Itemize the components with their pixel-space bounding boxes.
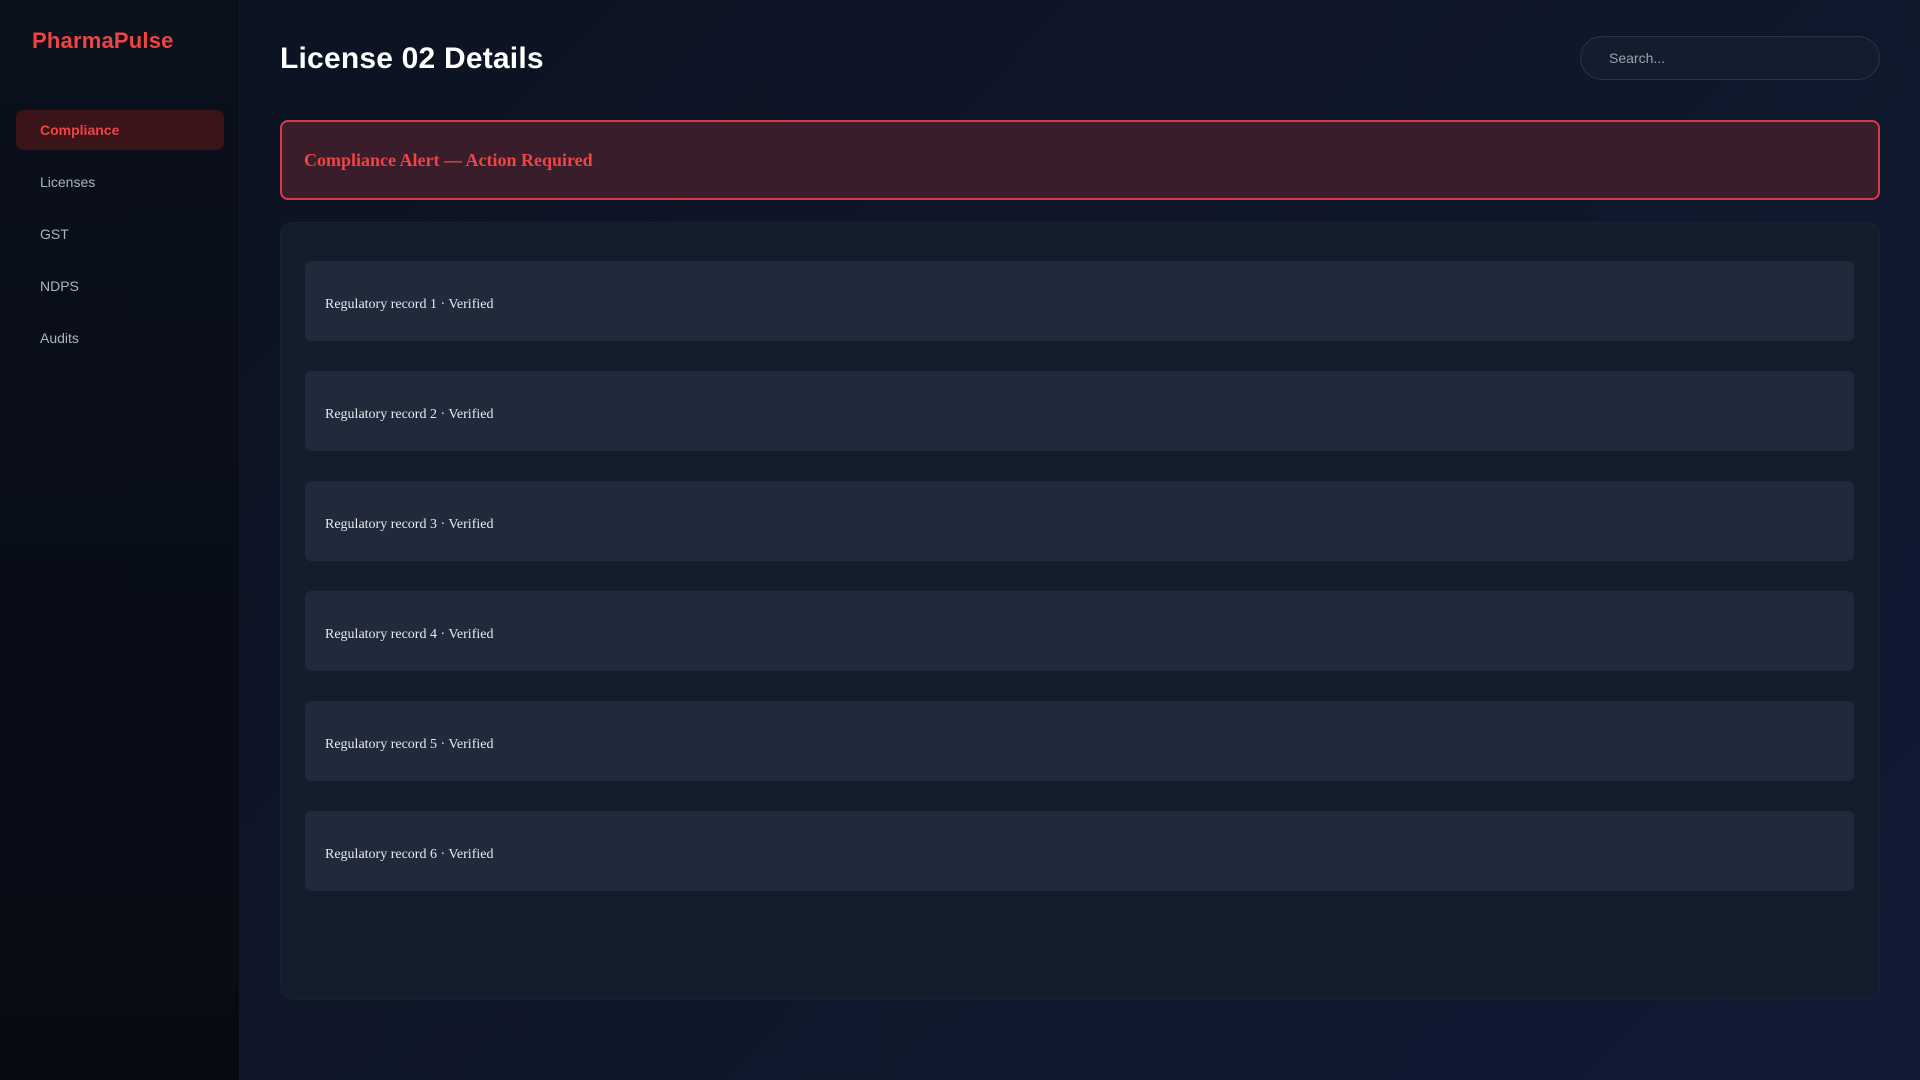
sidebar-item-ndps[interactable]: NDPS — [16, 266, 224, 306]
record-text: Regulatory record 5 · Verified — [325, 737, 494, 752]
brand-logo: PharmaPulse — [32, 28, 174, 53]
sidebar-item-licenses[interactable]: Licenses — [16, 162, 224, 202]
record-text: Regulatory record 1 · Verified — [325, 297, 494, 312]
sidebar-item-label: NDPS — [40, 278, 79, 294]
list-item: Regulatory record 5 · Verified — [305, 701, 1854, 781]
compliance-alert-banner: Compliance Alert — Action Required — [280, 120, 1880, 200]
compliance-alert-text: Compliance Alert — Action Required — [304, 149, 593, 170]
main-content: License 02 Details Compliance Alert — Ac… — [240, 0, 1920, 1080]
list-item: Regulatory record 4 · Verified — [305, 591, 1854, 671]
sidebar-navigation: Compliance Licenses GST NDPS Audits — [16, 110, 224, 370]
list-item: Regulatory record 3 · Verified — [305, 481, 1854, 561]
sidebar-item-label: Audits — [40, 330, 79, 346]
regulatory-records-panel: Regulatory record 1 · Verified Regulator… — [280, 222, 1880, 1000]
sidebar: PharmaPulse Compliance Licenses GST NDPS… — [0, 0, 240, 1080]
sidebar-item-label: Compliance — [40, 122, 120, 138]
list-item: Regulatory record 6 · Verified — [305, 811, 1854, 891]
sidebar-item-label: Licenses — [40, 174, 96, 190]
sidebar-item-compliance[interactable]: Compliance — [16, 110, 224, 150]
page-title: License 02 Details — [280, 42, 544, 75]
record-text: Regulatory record 4 · Verified — [325, 627, 494, 642]
record-text: Regulatory record 6 · Verified — [325, 847, 494, 862]
list-item: Regulatory record 2 · Verified — [305, 371, 1854, 451]
app-shell: PharmaPulse Compliance Licenses GST NDPS… — [0, 0, 1920, 1080]
sidebar-item-gst[interactable]: GST — [16, 214, 224, 254]
search-input[interactable] — [1580, 36, 1880, 80]
list-item: Regulatory record 1 · Verified — [305, 261, 1854, 341]
sidebar-item-audits[interactable]: Audits — [16, 318, 224, 358]
record-text: Regulatory record 3 · Verified — [325, 517, 494, 532]
sidebar-item-label: GST — [40, 226, 69, 242]
record-text: Regulatory record 2 · Verified — [325, 407, 494, 422]
